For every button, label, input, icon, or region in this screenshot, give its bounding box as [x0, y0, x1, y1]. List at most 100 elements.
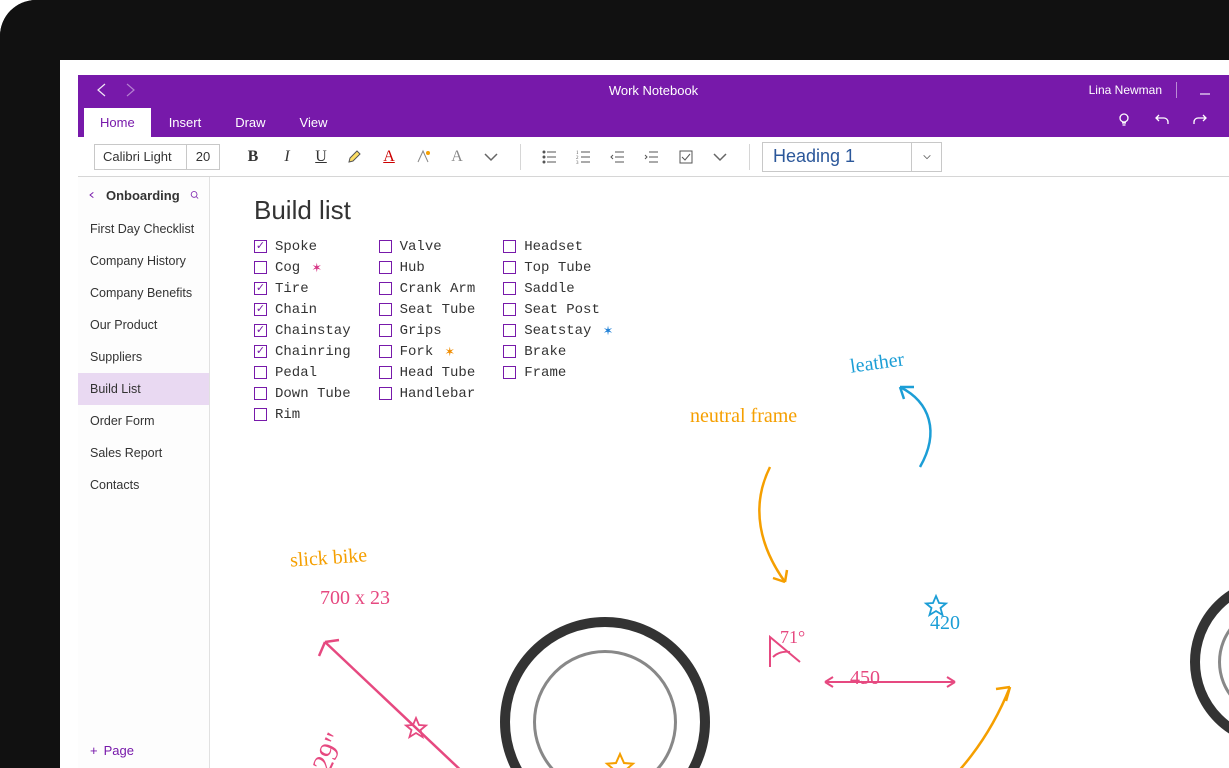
more-paragraph-button[interactable] [703, 142, 737, 172]
checklist-item[interactable]: Brake [503, 342, 612, 361]
checkbox[interactable] [379, 303, 392, 316]
font-selector[interactable]: Calibri Light 20 [94, 144, 220, 170]
checklist-item[interactable]: Cog✶ [254, 258, 351, 277]
style-dropdown[interactable]: Heading 1 [762, 142, 912, 172]
page-item[interactable]: Suppliers [78, 341, 209, 373]
ink-annotation: 29" [307, 728, 353, 768]
page-title[interactable]: Build list [254, 195, 351, 226]
checkbox[interactable] [503, 261, 516, 274]
checklist-label: Rim [275, 407, 300, 423]
nav-back-button[interactable] [88, 76, 116, 104]
checklist-label: Saddle [524, 281, 574, 297]
add-page-button[interactable]: + Page [78, 733, 209, 768]
minimize-button[interactable] [1191, 76, 1219, 104]
undo-button[interactable] [1149, 107, 1175, 133]
checkbox[interactable] [254, 282, 267, 295]
checklist-label: Chainring [275, 344, 351, 360]
checklist-item[interactable]: Chainring [254, 342, 351, 361]
checkbox[interactable] [254, 387, 267, 400]
checkbox[interactable] [254, 345, 267, 358]
tab-insert[interactable]: Insert [153, 108, 218, 137]
page-item[interactable]: Company Benefits [78, 277, 209, 309]
checklist-item[interactable]: Chain [254, 300, 351, 319]
redo-button[interactable] [1187, 107, 1213, 133]
checklist-item[interactable]: Top Tube [503, 258, 612, 277]
clear-formatting-button[interactable]: A [440, 142, 474, 172]
checkbox[interactable] [379, 366, 392, 379]
page-item[interactable]: First Day Checklist [78, 213, 209, 245]
checkbox[interactable] [379, 261, 392, 274]
todo-tag-button[interactable] [669, 142, 703, 172]
tab-home[interactable]: Home [84, 108, 151, 137]
font-name-input[interactable]: Calibri Light [95, 145, 187, 169]
checkbox[interactable] [379, 282, 392, 295]
page-item[interactable]: Order Form [78, 405, 209, 437]
search-icon[interactable] [190, 188, 199, 202]
checkbox[interactable] [379, 345, 392, 358]
page-canvas[interactable]: Build list Spoke Cog✶ Tire Chain Chainstay Ch… [210, 177, 1229, 768]
checkbox[interactable] [503, 282, 516, 295]
indent-button[interactable] [635, 142, 669, 172]
bullet-list-button[interactable] [533, 142, 567, 172]
lightbulb-icon[interactable] [1111, 107, 1137, 133]
tab-view[interactable]: View [284, 108, 344, 137]
highlight-button[interactable] [338, 142, 372, 172]
checklist-item[interactable]: Frame [503, 363, 612, 382]
checklist-item[interactable]: Hub [379, 258, 476, 277]
checklist-item[interactable]: Rim [254, 405, 351, 424]
checklist-item[interactable]: Spoke [254, 237, 351, 256]
checklist-item[interactable]: Handlebar [379, 384, 476, 403]
text-effects-button[interactable] [406, 142, 440, 172]
checkbox[interactable] [379, 240, 392, 253]
checkbox[interactable] [503, 366, 516, 379]
checklist-item[interactable]: Valve [379, 237, 476, 256]
page-item[interactable]: Sales Report [78, 437, 209, 469]
checklist-item[interactable]: Headset [503, 237, 612, 256]
nav-forward-button[interactable] [116, 76, 144, 104]
underline-button[interactable]: U [304, 142, 338, 172]
page-item[interactable]: Build List [78, 373, 209, 405]
user-name[interactable]: Lina Newman [1089, 83, 1162, 97]
outdent-button[interactable] [601, 142, 635, 172]
section-header[interactable]: Onboarding [78, 177, 209, 213]
ribbon-tabs: Home Insert Draw View [78, 105, 1229, 137]
checkbox[interactable] [254, 303, 267, 316]
checkbox[interactable] [379, 387, 392, 400]
italic-button[interactable]: I [270, 142, 304, 172]
checklist-item[interactable]: Grips [379, 321, 476, 340]
checkbox[interactable] [254, 261, 267, 274]
checkbox[interactable] [503, 324, 516, 337]
checkbox[interactable] [503, 240, 516, 253]
checkbox[interactable] [254, 240, 267, 253]
page-item[interactable]: Our Product [78, 309, 209, 341]
font-color-button[interactable]: A [372, 142, 406, 172]
checklist-item[interactable]: Seatstay✶ [503, 321, 612, 340]
page-item[interactable]: Contacts [78, 469, 209, 501]
checklist-item[interactable]: Seat Post [503, 300, 612, 319]
checklist-item[interactable]: Pedal [254, 363, 351, 382]
page-item[interactable]: Company History [78, 245, 209, 277]
number-list-button[interactable]: 123 [567, 142, 601, 172]
checkbox[interactable] [503, 345, 516, 358]
checklist-item[interactable]: Chainstay [254, 321, 351, 340]
ink-annotation: slick bike [289, 544, 368, 572]
checkbox[interactable] [503, 303, 516, 316]
checkbox[interactable] [254, 366, 267, 379]
checkbox[interactable] [254, 408, 267, 421]
bold-button[interactable]: B [236, 142, 270, 172]
checklist-item[interactable]: Fork✶ [379, 342, 476, 361]
svg-text:3: 3 [576, 161, 579, 166]
style-dropdown-arrow[interactable] [912, 142, 942, 172]
more-font-button[interactable] [474, 142, 508, 172]
ink-stroke [765, 632, 805, 672]
checkbox[interactable] [254, 324, 267, 337]
tab-draw[interactable]: Draw [219, 108, 281, 137]
checklist-item[interactable]: Saddle [503, 279, 612, 298]
checklist-item[interactable]: Seat Tube [379, 300, 476, 319]
font-size-input[interactable]: 20 [187, 145, 219, 169]
checklist-item[interactable]: Head Tube [379, 363, 476, 382]
checkbox[interactable] [379, 324, 392, 337]
checklist-item[interactable]: Tire [254, 279, 351, 298]
checklist-item[interactable]: Down Tube [254, 384, 351, 403]
checklist-item[interactable]: Crank Arm [379, 279, 476, 298]
